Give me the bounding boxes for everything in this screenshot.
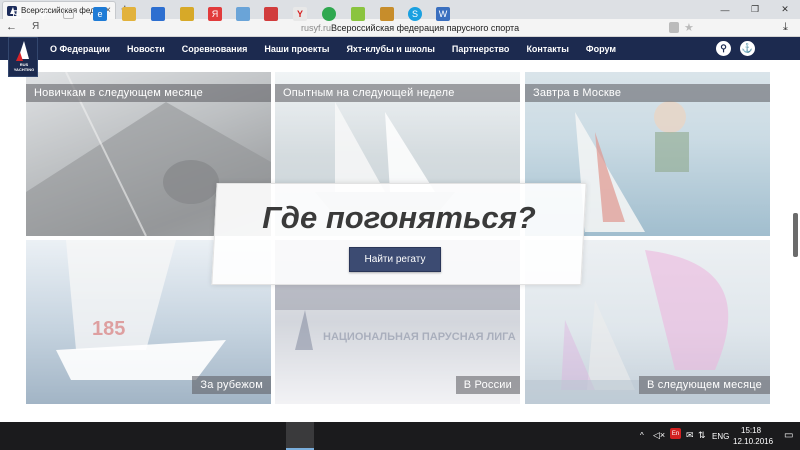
minimize-button[interactable]: — <box>710 0 740 19</box>
active-app-highlight <box>286 422 314 450</box>
maximize-button[interactable]: ❐ <box>740 0 770 19</box>
logo-sail-red-icon <box>16 52 23 61</box>
cta-title: Где погоняться? <box>262 200 536 235</box>
tile-label: В следующем месяце <box>638 376 770 394</box>
game-app-icon[interactable] <box>351 7 365 21</box>
nav-item-contacts[interactable]: Контакты <box>526 44 568 54</box>
back-arrow-icon[interactable]: ← <box>6 21 17 33</box>
yandex-browser-icon[interactable]: Y <box>293 7 307 21</box>
chart-app-icon[interactable] <box>264 7 278 21</box>
nav-item-news[interactable]: Новости <box>127 44 165 54</box>
yandex-app-icon[interactable]: Я <box>208 7 222 21</box>
tray-arrow-icon[interactable]: ^ <box>640 431 644 440</box>
page-scrollbar[interactable] <box>793 213 798 257</box>
windows-start-icon[interactable]: ⊞ <box>10 7 24 21</box>
nav-item-partnership[interactable]: Партнерство <box>452 44 510 54</box>
main-menu: О Федерации Новости Соревнования Наши пр… <box>50 37 633 60</box>
chrome-icon[interactable] <box>322 7 336 21</box>
url-page-title[interactable]: Всероссийская федерация парусного спорта <box>331 23 519 33</box>
nav-item-forum[interactable]: Форум <box>586 44 616 54</box>
logo-text: RUS YACHTING <box>13 62 35 72</box>
tile-label: За рубежом <box>192 376 271 394</box>
tile-label: В России <box>455 376 520 394</box>
search-taskbar-icon[interactable]: ⚲ <box>36 7 50 21</box>
close-window-button[interactable]: ✕ <box>770 0 800 19</box>
archive-app-icon[interactable] <box>380 7 394 21</box>
lang-app-icon[interactable]: En <box>670 428 681 439</box>
find-regatta-button[interactable]: Найти регату <box>349 247 441 272</box>
store-icon[interactable] <box>151 7 165 21</box>
notifications-icon[interactable]: ▭ <box>784 430 793 441</box>
nav-item-projects[interactable]: Наши проекты <box>264 44 329 54</box>
url-domain[interactable]: rusyf.ru <box>301 23 331 33</box>
anchor-icon[interactable]: ⚓ <box>740 41 755 56</box>
tile-label: Новичкам в следующем месяце <box>26 84 271 102</box>
clock-time[interactable]: 15:18 <box>741 426 761 435</box>
nav-item-clubs[interactable]: Яхт-клубы и школы <box>346 44 434 54</box>
clock-date[interactable]: 12.10.2016 <box>733 437 773 446</box>
browser-tab-bar: Всероссийская федерация × + — ❐ ✕ <box>0 0 800 19</box>
nav-item-competitions[interactable]: Соревнования <box>182 44 248 54</box>
message-icon[interactable]: ✉ <box>686 430 694 441</box>
paint-icon[interactable] <box>180 7 194 21</box>
network-icon[interactable]: ⇅ <box>698 430 706 441</box>
language-indicator[interactable]: ENG <box>712 432 729 441</box>
download-icon[interactable]: ⤓ <box>783 21 788 34</box>
task-view-icon[interactable] <box>63 9 74 19</box>
tile-label: Опытным на следующей неделе <box>275 84 520 102</box>
tab-title: Всероссийская федерация <box>21 6 102 15</box>
rus-yachting-logo[interactable]: RUS YACHTING <box>8 37 38 77</box>
address-bar: ← Я rusyf.ru Всероссийская федерация пар… <box>0 19 800 37</box>
window-controls: — ❐ ✕ <box>710 0 800 19</box>
word-icon[interactable]: W <box>436 7 450 21</box>
file-explorer-icon[interactable] <box>122 7 136 21</box>
yandex-button[interactable]: Я <box>32 21 39 32</box>
edge-icon[interactable]: e <box>93 7 107 21</box>
search-icon[interactable]: ⚲ <box>716 41 731 56</box>
tile-label: Завтра в Москве <box>525 84 770 102</box>
protect-icon[interactable] <box>669 22 679 33</box>
skype-icon[interactable]: S <box>408 7 422 21</box>
nav-item-about[interactable]: О Федерации <box>50 44 110 54</box>
sound-app-icon[interactable] <box>236 7 250 21</box>
bookmark-star-icon[interactable]: ★ <box>684 21 694 34</box>
speaker-icon[interactable]: ◁× <box>653 430 665 441</box>
